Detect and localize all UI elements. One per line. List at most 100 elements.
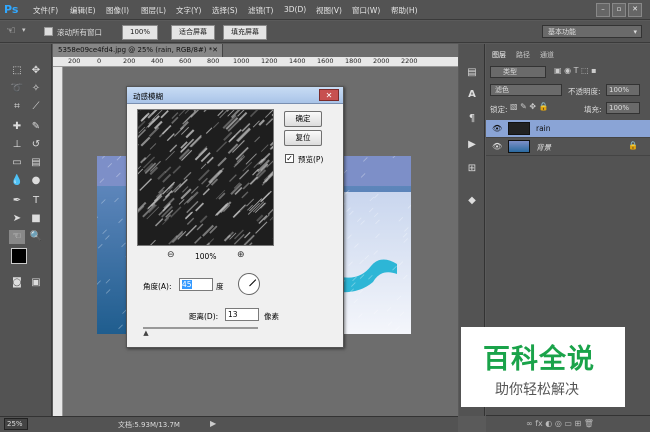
fill-input[interactable]: 100% xyxy=(606,102,640,114)
menu-type[interactable]: 文字(Y) xyxy=(176,5,201,16)
menu-filter[interactable]: 滤镜(T) xyxy=(248,5,273,16)
preview-checkbox[interactable]: ✓ xyxy=(285,154,294,163)
pen-tool-icon[interactable]: ✒ xyxy=(9,194,25,208)
marquee-tool-icon[interactable]: ⬚ xyxy=(9,64,25,78)
opacity-input[interactable]: 100% xyxy=(606,84,640,96)
menu-3d[interactable]: 3D(D) xyxy=(284,5,306,14)
history-panel-icon[interactable]: ▤ xyxy=(464,66,480,80)
ruler-tick: 1600 xyxy=(317,57,334,65)
tab-paths[interactable]: 路径 xyxy=(516,50,530,60)
ruler-tick: 1000 xyxy=(233,57,250,65)
restore-icon[interactable]: ▫ xyxy=(612,3,626,17)
distance-slider-track[interactable] xyxy=(143,327,258,329)
character-panel-icon[interactable]: A xyxy=(464,88,480,102)
tool-preset-chevron-icon[interactable]: ▾ xyxy=(22,26,26,34)
ruler-tick: 1400 xyxy=(289,57,306,65)
paragraph-panel-icon[interactable]: ¶ xyxy=(464,112,480,126)
toolbox: ⬚ ✥ ➰ ✧ ⌗ ⟋ ✚ ✎ ⊥ ↺ ▭ ▤ 💧 ● ✒ T ➤ ■ ☜ 🔍 … xyxy=(0,44,52,416)
distance-input[interactable]: 13 xyxy=(225,308,259,321)
menu-bar: Ps 文件(F) 编辑(E) 图像(I) 图层(L) 文字(Y) 选择(S) 滤… xyxy=(0,0,650,20)
fit-screen-button[interactable]: 适合屏幕 xyxy=(171,25,215,40)
dialog-titlebar: 动感模糊 ✕ xyxy=(127,87,343,104)
menu-view[interactable]: 视图(V) xyxy=(316,5,342,16)
hand-tool-icon[interactable]: ☜ xyxy=(6,24,16,37)
document-area: 5358e09ce4fd4.jpg @ 25% (rain, RGB/8#) *… xyxy=(53,44,458,416)
healing-brush-tool-icon[interactable]: ✚ xyxy=(9,120,25,134)
angle-input[interactable]: 45 xyxy=(179,278,213,291)
ruler-tick: 1800 xyxy=(345,57,362,65)
lock-icons[interactable]: ▧ ✎ ✥ 🔒 xyxy=(510,102,549,111)
foreground-color-swatch[interactable] xyxy=(11,248,27,264)
3d-panel-icon[interactable]: ◆ xyxy=(464,194,480,208)
angle-dial-needle xyxy=(249,279,257,287)
workspace-select[interactable]: 基本功能 ▾ xyxy=(542,25,642,38)
shape-tool-icon[interactable]: ■ xyxy=(28,212,44,226)
layer-row-rain[interactable]: 👁 rain xyxy=(486,120,650,138)
scroll-all-checkbox[interactable] xyxy=(44,27,53,36)
zoom-in-icon[interactable]: ⊕ xyxy=(237,250,245,260)
eyedropper-tool-icon[interactable]: ⟋ xyxy=(28,100,44,114)
actions-panel-icon[interactable]: ▶ xyxy=(464,138,480,152)
history-brush-tool-icon[interactable]: ↺ xyxy=(28,138,44,152)
magic-wand-tool-icon[interactable]: ✧ xyxy=(28,82,44,96)
blend-mode-select[interactable]: 滤色 xyxy=(490,84,562,96)
layer-row-background[interactable]: 👁 背景 🔒 xyxy=(486,138,650,156)
ruler-vertical xyxy=(53,67,63,416)
lock-label: 锁定: xyxy=(490,105,508,114)
angle-unit: 度 xyxy=(216,282,224,291)
document-tab[interactable]: 5358e09ce4fd4.jpg @ 25% (rain, RGB/8#) *… xyxy=(53,44,223,57)
fill-screen-button[interactable]: 填充屏幕 xyxy=(223,25,267,40)
crop-tool-icon[interactable]: ⌗ xyxy=(9,100,25,114)
eraser-tool-icon[interactable]: ▭ xyxy=(9,156,25,170)
brush-tool-icon[interactable]: ✎ xyxy=(28,120,44,134)
blur-tool-icon[interactable]: 💧 xyxy=(9,174,25,188)
document-size: 文档:5.93M/13.7M xyxy=(118,421,180,429)
lasso-tool-icon[interactable]: ➰ xyxy=(9,82,25,96)
gradient-tool-icon[interactable]: ▤ xyxy=(28,156,44,170)
tab-layers[interactable]: 图层 xyxy=(492,50,506,60)
menu-layer[interactable]: 图层(L) xyxy=(141,5,166,16)
close-icon[interactable]: ✕ xyxy=(628,3,642,17)
path-selection-tool-icon[interactable]: ➤ xyxy=(9,212,25,226)
dialog-close-icon[interactable]: ✕ xyxy=(319,89,339,101)
filter-icons[interactable]: ▣ ◉ T ⬚ ▪ xyxy=(554,66,597,75)
menu-select[interactable]: 选择(S) xyxy=(212,5,238,16)
screen-mode-icon[interactable]: ▣ xyxy=(28,276,44,290)
dodge-tool-icon[interactable]: ● xyxy=(28,174,44,188)
menu-file[interactable]: 文件(F) xyxy=(33,5,58,16)
motion-blur-dialog: 动感模糊 ✕ 确定 复位 ✓ 预览(P) ⊖ 100% ⊕ 角度(A): 45 … xyxy=(126,86,344,348)
visibility-eye-icon[interactable]: 👁 xyxy=(492,124,502,133)
distance-label: 距离(D): xyxy=(189,312,219,321)
preview-label: 预览(P) xyxy=(298,155,324,164)
angle-dial[interactable] xyxy=(238,273,260,295)
swatches-panel-icon[interactable]: ⊞ xyxy=(464,162,480,176)
layers-footer-buttons[interactable]: ∞ fx ◐ ◎ ▭ ⊞ 🗑 xyxy=(486,415,650,432)
tab-channels[interactable]: 通道 xyxy=(540,50,554,60)
quick-mask-icon[interactable]: ◙ xyxy=(9,276,25,290)
type-tool-icon[interactable]: T xyxy=(28,194,44,208)
ruler-tick: 400 xyxy=(151,57,164,65)
zoom-tool-icon[interactable]: 🔍 xyxy=(28,230,44,244)
scroll-all-label: 滚动所有窗口 xyxy=(57,28,102,37)
zoom-level-field[interactable]: 25% xyxy=(4,418,28,430)
hand-tool-selected-icon[interactable]: ☜ xyxy=(9,230,25,244)
move-tool-icon[interactable]: ✥ xyxy=(28,64,44,78)
close-tab-icon[interactable]: ✕ xyxy=(212,44,218,57)
options-bar: ☜ ▾ 滚动所有窗口 100% 适合屏幕 填充屏幕 基本功能 ▾ xyxy=(0,21,650,43)
visibility-eye-icon[interactable]: 👁 xyxy=(492,142,502,151)
layer-filter-select[interactable]: 类型 xyxy=(490,66,546,78)
zoom-out-icon[interactable]: ⊖ xyxy=(167,250,175,260)
menu-help[interactable]: 帮助(H) xyxy=(391,5,418,16)
menu-edit[interactable]: 编辑(E) xyxy=(70,5,96,16)
distance-slider-thumb[interactable]: ▲ xyxy=(143,329,148,337)
menu-window[interactable]: 窗口(W) xyxy=(352,5,380,16)
reset-button[interactable]: 复位 xyxy=(284,130,322,146)
ok-button[interactable]: 确定 xyxy=(284,111,322,127)
zoom-100-button[interactable]: 100% xyxy=(122,25,159,40)
minimize-icon[interactable]: – xyxy=(596,3,610,17)
menu-image[interactable]: 图像(I) xyxy=(106,5,129,16)
blur-preview[interactable] xyxy=(137,109,274,246)
clone-stamp-tool-icon[interactable]: ⊥ xyxy=(9,138,25,152)
status-menu-arrow-icon[interactable]: ▶ xyxy=(210,419,216,428)
status-bar: 25% 文档:5.93M/13.7M ▶ xyxy=(0,416,458,432)
